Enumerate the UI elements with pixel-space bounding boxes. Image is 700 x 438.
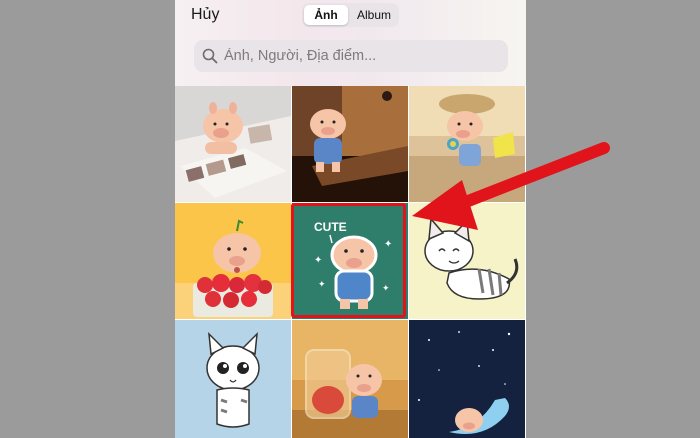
photo-thumbnail[interactable] <box>175 86 291 202</box>
svg-text:✦: ✦ <box>318 280 326 290</box>
photo-picker: Hủy Ảnh Album Ảnh, Người, Địa điểm... CU… <box>175 0 526 438</box>
photo-thumbnail[interactable] <box>292 86 408 202</box>
photo-thumbnail[interactable] <box>175 203 291 319</box>
cartoon-cat-image <box>175 320 291 438</box>
picker-header: Hủy Ảnh Album <box>175 0 526 86</box>
photo-thumbnail-selected[interactable]: CUTE ✦ ✦ ✦ ✦ <box>292 203 408 319</box>
pig-lollipop-image <box>409 86 525 202</box>
svg-text:✦: ✦ <box>382 284 390 294</box>
tab-photos[interactable]: Ảnh <box>304 5 348 25</box>
cancel-button[interactable]: Hủy <box>191 5 219 25</box>
sticker-text: CUTE <box>314 220 347 234</box>
pig-cute-sticker-image: CUTE ✦ ✦ ✦ ✦ <box>292 203 408 319</box>
cat-lying-image <box>409 203 525 319</box>
segmented-control: Ảnh Album <box>302 3 399 27</box>
search-icon <box>202 48 218 64</box>
pig-moon-image <box>409 320 525 438</box>
photo-thumbnail[interactable] <box>409 203 525 319</box>
search-bar <box>194 40 508 72</box>
photo-thumbnail[interactable] <box>175 320 291 438</box>
photo-thumbnail[interactable] <box>409 86 525 202</box>
pig-jar-image <box>292 320 408 438</box>
search-input[interactable] <box>224 40 500 72</box>
tab-albums[interactable]: Album <box>351 5 397 25</box>
pig-drawer-image <box>292 86 408 202</box>
photo-thumbnail[interactable] <box>292 320 408 438</box>
photo-thumbnail[interactable] <box>409 320 525 438</box>
svg-text:✦: ✦ <box>314 255 322 266</box>
svg-text:✦: ✦ <box>384 239 392 250</box>
pig-album-image <box>175 86 291 202</box>
pig-strawberries-image <box>175 203 291 319</box>
photo-grid: CUTE ✦ ✦ ✦ ✦ <box>175 86 526 438</box>
